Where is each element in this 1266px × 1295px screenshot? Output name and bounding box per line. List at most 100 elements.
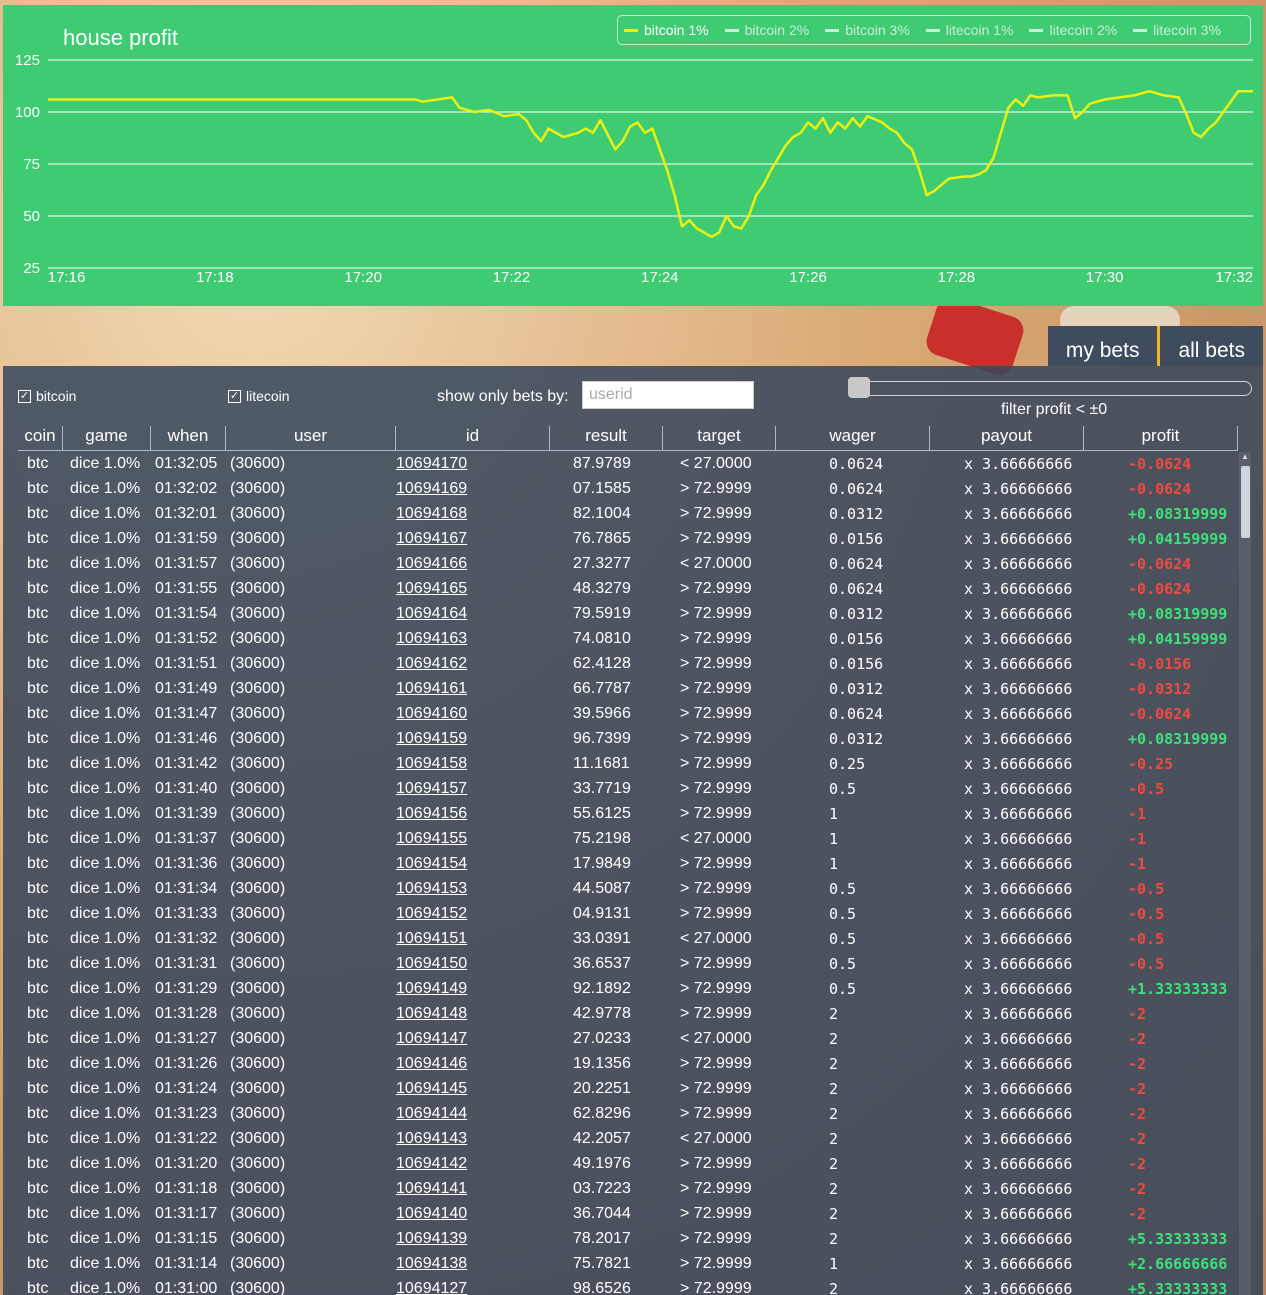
cell-bet-id-link[interactable]: 10694146	[396, 1055, 467, 1073]
column-header-wager[interactable]: wager	[776, 426, 930, 450]
column-header-payout[interactable]: payout	[930, 426, 1084, 450]
table-scrollbar[interactable]: ▲	[1239, 452, 1251, 1295]
cell-payout: x 3.66666666	[964, 955, 1073, 973]
cell-bet-id-link[interactable]: 10694147	[396, 1030, 467, 1048]
tab-all-bets[interactable]: all bets	[1160, 326, 1263, 366]
cell-bet-id-link[interactable]: 10694156	[396, 805, 467, 823]
cell-coin: btc	[27, 1230, 49, 1247]
cell-payout: x 3.66666666	[964, 680, 1073, 698]
cell-game: dice 1.0%	[70, 880, 141, 897]
cell-wager: 0.5	[829, 780, 857, 798]
cell-bet-id-link[interactable]: 10694169	[396, 480, 467, 498]
cell-result: 19.1356	[573, 1055, 631, 1072]
cell-bet-id-link[interactable]: 10694160	[396, 705, 467, 723]
scrollbar-thumb[interactable]	[1241, 466, 1250, 538]
cell-result: 62.4128	[573, 655, 631, 672]
cell-bet-id-link[interactable]: 10694141	[396, 1180, 467, 1198]
cell-bet-id-link[interactable]: 10694163	[396, 630, 467, 648]
cell-user: (30600)	[230, 1055, 286, 1072]
cell-profit: -0.0312	[1128, 680, 1192, 698]
cell-bet-id-link[interactable]: 10694161	[396, 680, 467, 698]
cell-target: > 72.9999	[680, 580, 752, 597]
cell-result: 42.9778	[573, 1005, 631, 1022]
cell-payout: x 3.66666666	[964, 755, 1073, 773]
column-header-result[interactable]: result	[550, 426, 663, 450]
column-header-target[interactable]: target	[663, 426, 776, 450]
column-header-when[interactable]: when	[151, 426, 226, 450]
litecoin-filter-label: litecoin	[246, 388, 290, 404]
cell-bet-id-link[interactable]: 10694168	[396, 505, 467, 523]
legend-item[interactable]: bitcoin 1%	[624, 22, 709, 38]
cell-user: (30600)	[230, 1205, 286, 1222]
cell-bet-id-link[interactable]: 10694154	[396, 855, 467, 873]
cell-payout: x 3.66666666	[964, 705, 1073, 723]
column-header-game[interactable]: game	[63, 426, 151, 450]
cell-profit: -0.25	[1128, 755, 1174, 773]
cell-bet-id-link[interactable]: 10694164	[396, 605, 467, 623]
cell-profit: -0.5	[1128, 880, 1165, 898]
cell-coin: btc	[27, 730, 49, 747]
cell-payout: x 3.66666666	[964, 630, 1073, 648]
legend-item[interactable]: litecoin 2%	[1029, 22, 1117, 38]
cell-game: dice 1.0%	[70, 805, 141, 822]
cell-bet-id-link[interactable]: 10694157	[396, 780, 467, 798]
cell-bet-id-link[interactable]: 10694127	[396, 1280, 467, 1295]
column-header-id[interactable]: id	[396, 426, 550, 450]
cell-profit: -2	[1128, 1180, 1147, 1198]
cell-bet-id-link[interactable]: 10694149	[396, 980, 467, 998]
cell-wager: 0.0312	[829, 730, 884, 748]
cell-result: 66.7787	[573, 680, 631, 697]
cell-game: dice 1.0%	[70, 980, 141, 997]
cell-bet-id-link[interactable]: 10694143	[396, 1130, 467, 1148]
legend-item[interactable]: bitcoin 2%	[724, 22, 809, 38]
cell-payout: x 3.66666666	[964, 855, 1073, 873]
cell-bet-id-link[interactable]: 10694159	[396, 730, 467, 748]
userid-input[interactable]	[582, 381, 754, 409]
column-header-profit[interactable]: profit	[1084, 426, 1238, 450]
cell-bet-id-link[interactable]: 10694139	[396, 1230, 467, 1248]
cell-bet-id-link[interactable]: 10694162	[396, 655, 467, 673]
cell-bet-id-link[interactable]: 10694145	[396, 1080, 467, 1098]
table-row: btc dice 1.0% 01:31:36 (30600) 10694154 17.98…	[18, 852, 1238, 877]
cell-bet-id-link[interactable]: 10694144	[396, 1105, 467, 1123]
cell-bet-id-link[interactable]: 10694158	[396, 755, 467, 773]
legend-item[interactable]: litecoin 1%	[925, 22, 1013, 38]
cell-coin: btc	[27, 1055, 49, 1072]
cell-bet-id-link[interactable]: 10694138	[396, 1255, 467, 1273]
cell-bet-id-link[interactable]: 10694151	[396, 930, 467, 948]
cell-bet-id-link[interactable]: 10694148	[396, 1005, 467, 1023]
cell-bet-id-link[interactable]: 10694152	[396, 905, 467, 923]
legend-item[interactable]: litecoin 3%	[1133, 22, 1221, 38]
legend-item[interactable]: bitcoin 3%	[825, 22, 910, 38]
bets-table-body: btc dice 1.0% 01:32:05 (30600) 10694170 87.97…	[18, 452, 1238, 1295]
profit-filter-slider-handle[interactable]	[848, 377, 870, 398]
cell-game: dice 1.0%	[70, 455, 141, 472]
cell-when: 01:31:18	[155, 1180, 218, 1197]
cell-bet-id-link[interactable]: 10694142	[396, 1155, 467, 1173]
cell-bet-id-link[interactable]: 10694166	[396, 555, 467, 573]
cell-when: 01:31:52	[155, 630, 218, 647]
cell-bet-id-link[interactable]: 10694155	[396, 830, 467, 848]
cell-user: (30600)	[230, 805, 286, 822]
cell-bet-id-link[interactable]: 10694150	[396, 955, 467, 973]
cell-coin: btc	[27, 605, 49, 622]
cell-bet-id-link[interactable]: 10694167	[396, 530, 467, 548]
cell-bet-id-link[interactable]: 10694153	[396, 880, 467, 898]
cell-bet-id-link[interactable]: 10694170	[396, 455, 467, 473]
column-header-coin[interactable]: coin	[18, 426, 63, 450]
cell-target: > 72.9999	[680, 1280, 752, 1295]
bitcoin-filter-checkbox[interactable]: ✓ bitcoin	[18, 388, 76, 404]
filter-bar: ✓ bitcoin ✓ litecoin show only bets by: …	[3, 366, 1263, 426]
legend-swatch	[724, 28, 739, 32]
tab-my-bets[interactable]: my bets	[1047, 326, 1161, 366]
cell-result: 42.2057	[573, 1130, 631, 1147]
cell-user: (30600)	[230, 680, 286, 697]
cell-bet-id-link[interactable]: 10694165	[396, 580, 467, 598]
cell-wager: 0.0312	[829, 680, 884, 698]
cell-bet-id-link[interactable]: 10694140	[396, 1205, 467, 1223]
cell-when: 01:31:39	[155, 805, 218, 822]
profit-filter-slider[interactable]	[850, 381, 1252, 396]
litecoin-filter-checkbox[interactable]: ✓ litecoin	[228, 388, 290, 404]
scroll-up-icon[interactable]: ▲	[1241, 452, 1249, 461]
column-header-user[interactable]: user	[226, 426, 396, 450]
